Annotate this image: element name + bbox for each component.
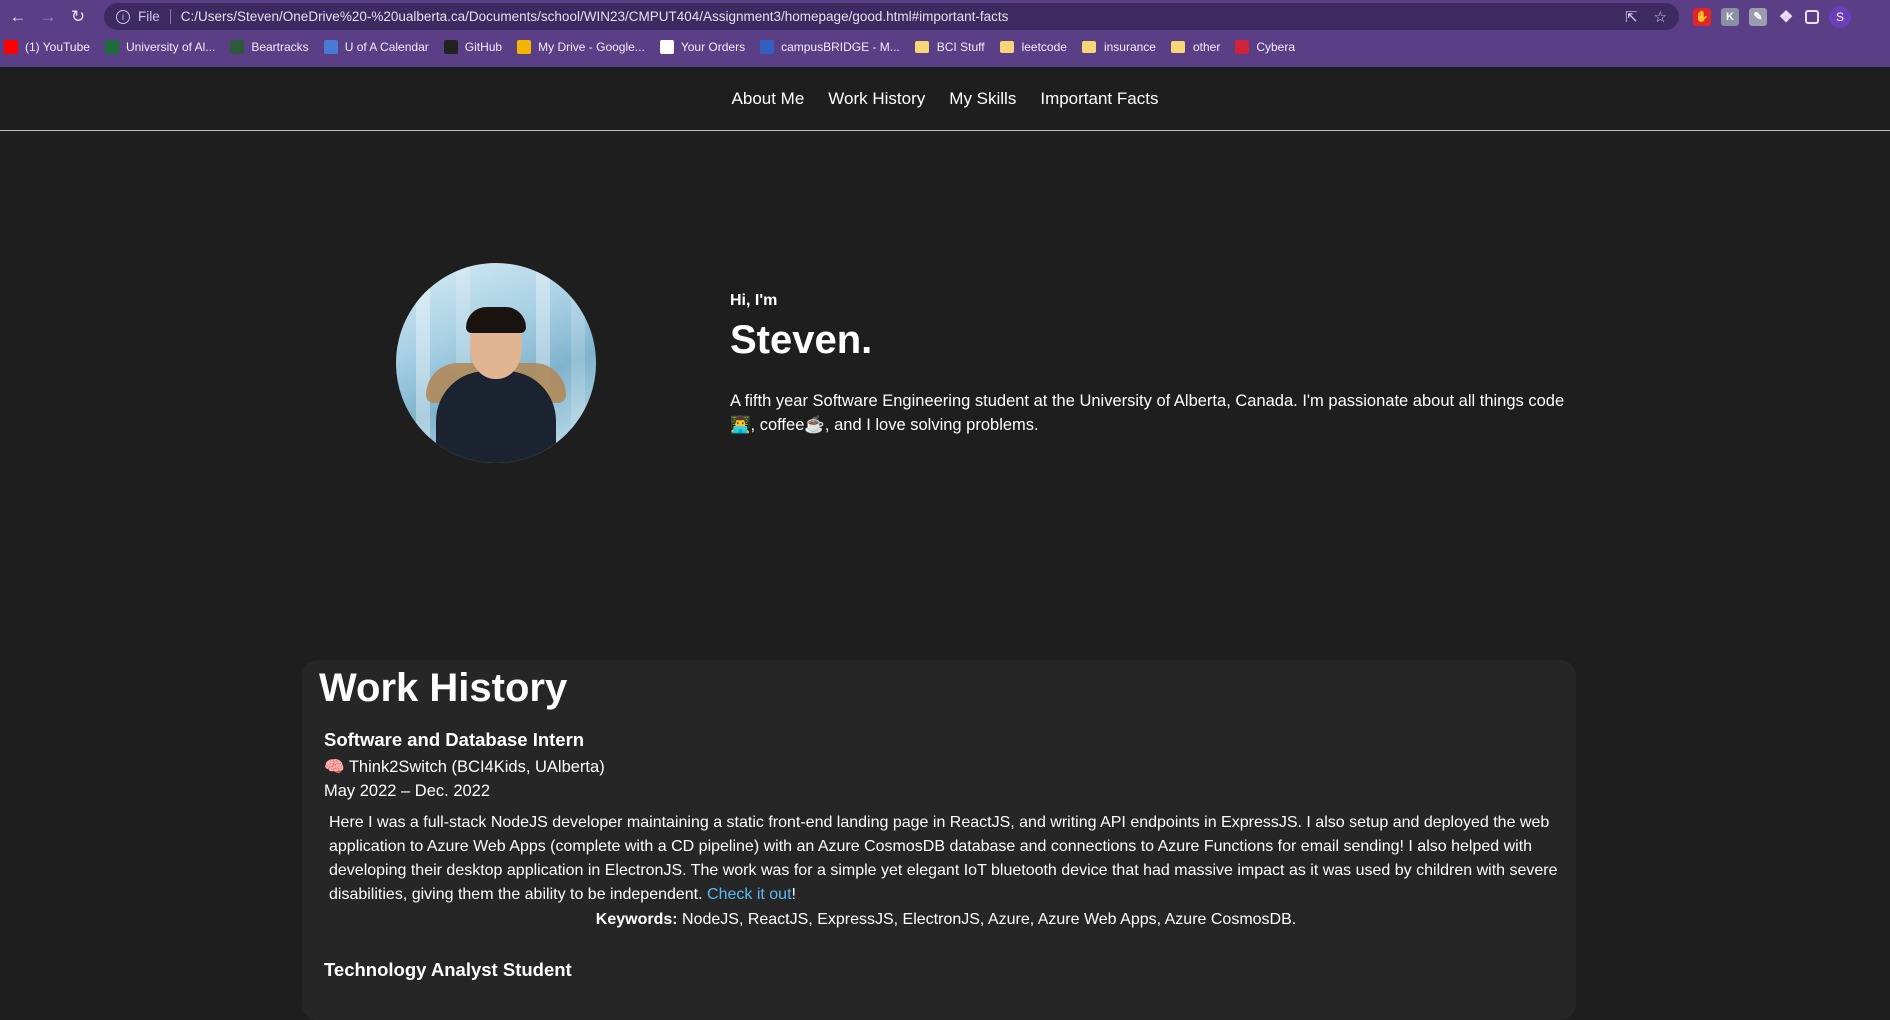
calendar-icon [323,40,338,54]
keywords-label: Keywords: [595,911,678,928]
url-scheme-label: File [138,9,171,24]
section-heading: Work History [319,666,568,710]
address-row: ← → ↻ i File C:/Users/Steven/OneDrive%20… [0,0,1890,33]
folder-icon [999,41,1014,53]
folder-icon [1170,41,1185,53]
campusbridge-icon [760,40,775,54]
beartracks-icon [230,40,245,54]
puzzle-icon[interactable]: ❖ [1777,8,1795,26]
bookmark-label: (1) YouTube [25,40,90,54]
back-arrow-icon[interactable]: ← [6,5,30,29]
url-text[interactable]: C:/Users/Steven/OneDrive%20-%20ualberta.… [181,9,1609,24]
bookmark-label: BCI Stuff [936,40,985,54]
check-it-out-link[interactable]: Check it out [707,886,791,903]
bookmarks-bar: (1) YouTube University of Al... Beartracks… [0,33,1890,61]
bookmark-label: Cybera [1256,40,1296,54]
nav-about-me[interactable]: About Me [732,89,805,109]
bookmark-label: Beartracks [251,40,309,54]
bio-text: , and I love solving problems. [824,416,1039,434]
drive-icon [517,40,532,54]
job-title: Software and Database Intern [324,729,585,750]
share-icon[interactable]: ⇱ [1625,8,1638,26]
keywords-list: NodeJS, ReactJS, ExpressJS, ElectronJS, … [682,911,1297,928]
bookmark-item[interactable]: leetcode [999,40,1067,54]
bookmark-star-icon[interactable]: ☆ [1654,8,1667,26]
github-icon [443,40,458,54]
job-description: Here I was a full-stack NodeJS developer… [329,811,1574,907]
bookmark-item[interactable]: Cybera [1235,40,1295,54]
bookmark-label: leetcode [1021,40,1067,54]
brain-emoji-icon: 🧠 [324,758,345,776]
folder-icon [914,41,929,53]
bookmark-label: Your Orders [680,40,746,54]
bookmark-label: My Drive - Google... [538,40,645,54]
bio: A fifth year Software Engineering studen… [730,389,1580,437]
extension-icon[interactable]: K [1721,7,1739,26]
bio-text: , coffee [750,416,805,434]
job-keywords: Keywords: NodeJS, ReactJS, ExpressJS, El… [324,911,1568,929]
extensions-area: ✋ K ✎ ❖ S [1693,5,1851,28]
folder-icon [1081,41,1096,53]
nav-work-history[interactable]: Work History [828,89,925,109]
browser-chrome: ← → ↻ i File C:/Users/Steven/OneDrive%20… [0,0,1890,67]
about-section: Hi, I'm Steven. A fifth year Software En… [0,132,1890,632]
intro: Hi, I'm Steven. A fifth year Software En… [730,292,1580,437]
job-title: Technology Analyst Student [324,959,572,980]
forward-arrow-icon[interactable]: → [36,5,60,29]
job-entry: Software and Database Intern 🧠 Think2Swi… [324,729,1568,929]
work-history-section: Work History Software and Database Inter… [302,660,1576,1020]
bookmark-item[interactable]: (1) YouTube [4,40,90,54]
bookmark-item[interactable]: insurance [1081,40,1156,54]
nav-my-skills[interactable]: My Skills [949,89,1016,109]
technologist-emoji-icon: 👨‍💻 [730,416,751,434]
bookmark-label: other [1192,40,1221,54]
extension-icon[interactable]: ✎ [1749,7,1767,26]
bookmark-item[interactable]: U of A Calendar [323,40,429,54]
company-name: Think2Switch (BCI4Kids, UAlberta) [348,758,605,776]
profile-avatar[interactable]: S [1829,5,1851,28]
adblock-extension-icon[interactable]: ✋ [1693,7,1711,26]
address-bar[interactable]: i File C:/Users/Steven/OneDrive%20-%20ua… [104,3,1679,30]
bookmark-item[interactable]: University of Al... [104,40,216,54]
bookmark-label: GitHub [464,40,503,54]
reload-icon[interactable]: ↻ [66,5,90,29]
bio-text: A fifth year Software Engineering studen… [730,392,1565,410]
bookmark-item[interactable]: other [1170,40,1221,54]
coffee-emoji-icon: ☕ [804,416,825,434]
job-entry: Technology Analyst Student [324,959,1568,981]
ualberta-icon [104,40,119,54]
bookmark-label: insurance [1103,40,1156,54]
site-nav: About Me Work History My Skills Importan… [0,67,1890,131]
bookmark-item[interactable]: campusBRIDGE - M... [760,40,900,54]
youtube-icon [4,40,18,54]
bookmark-item[interactable]: Beartracks [230,40,309,54]
bookmark-item[interactable]: BCI Stuff [914,40,985,54]
bookmark-item[interactable]: My Drive - Google... [517,40,645,54]
job-company: 🧠 Think2Switch (BCI4Kids, UAlberta) [324,755,1568,779]
bookmark-label: University of Al... [125,40,216,54]
bookmark-label: U of A Calendar [344,40,429,54]
bookmark-item[interactable]: Your Orders [659,40,746,54]
job-dates: May 2022 – Dec. 2022 [324,782,491,800]
bookmark-item[interactable]: GitHub [443,40,503,54]
description-suffix: ! [791,886,796,903]
nav-important-facts[interactable]: Important Facts [1040,89,1158,109]
profile-photo [396,263,596,463]
cybera-icon [1235,40,1250,54]
hero-name: Steven. [730,318,873,362]
site-info-icon[interactable]: i [116,9,130,24]
description-text: Here I was a full-stack NodeJS developer… [329,814,1558,903]
greeting: Hi, I'm [730,292,778,309]
bookmark-label: campusBRIDGE - M... [781,40,900,54]
amazon-icon [659,40,674,54]
side-panel-icon[interactable] [1805,9,1819,24]
